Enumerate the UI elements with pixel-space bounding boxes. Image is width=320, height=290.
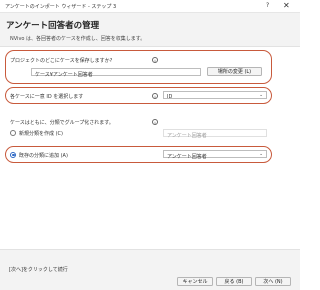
chevron-down-icon: ⌄: [259, 152, 263, 157]
info-icon[interactable]: i: [152, 93, 158, 99]
page-description: NVivo は、各回答者のケースを作成し、回答を収集します。: [10, 36, 146, 42]
grouping-label: ケースはともに、分類でグループ化されます。: [10, 120, 114, 126]
existing-classification-value: アンケート回答者: [167, 153, 207, 160]
new-classification-value: アンケート回答者: [167, 132, 207, 139]
existing-classification-radio[interactable]: [10, 151, 16, 158]
unique-id-label: 各ケースに一意 ID を選択します: [10, 94, 84, 100]
location-label: プロジェクトのどこにケースを保存しますか?: [10, 58, 113, 64]
wizard-body: プロジェクトのどこにケースを保存しますか? i ケース¥アンケート回答者 場所の…: [0, 47, 300, 249]
new-classification-select: アンケート回答者: [163, 129, 267, 139]
window-title: アンケートのインポート ウィザード - ステップ 3: [5, 4, 117, 10]
new-classification-radio[interactable]: [10, 130, 16, 136]
existing-classification-label[interactable]: 既存の分類に追加 (A): [19, 152, 68, 159]
unique-id-select[interactable]: ID ⌄: [163, 91, 267, 100]
title-bar: アンケートのインポート ウィザード - ステップ 3 ? ✕: [0, 0, 300, 13]
next-button[interactable]: 次へ (N): [255, 277, 291, 286]
change-location-button[interactable]: 場所の変更 (L): [207, 67, 262, 76]
existing-classification-select[interactable]: アンケート回答者 ⌄: [163, 150, 267, 160]
location-field: ケース¥アンケート回答者: [31, 68, 201, 78]
close-icon[interactable]: ✕: [283, 1, 290, 10]
cancel-button[interactable]: キャンセル: [177, 277, 213, 286]
info-icon[interactable]: i: [152, 119, 158, 125]
unique-id-selected: ID: [167, 93, 173, 100]
page-title: アンケート回答者の管理: [6, 21, 100, 31]
wizard-header: アンケート回答者の管理 NVivo は、各回答者のケースを作成し、回答を収集しま…: [0, 13, 300, 47]
wizard-footer: [次へ]をクリックして続行 キャンセル 戻る (B) 次へ (N): [0, 249, 300, 290]
new-classification-label[interactable]: 新規分類を作成 (C): [19, 130, 63, 137]
info-icon[interactable]: i: [152, 57, 158, 63]
back-button[interactable]: 戻る (B): [216, 277, 252, 286]
footer-hint: [次へ]をクリックして続行: [9, 267, 68, 273]
location-value: ケース¥アンケート回答者: [35, 71, 93, 78]
chevron-down-icon: ⌄: [259, 93, 263, 98]
help-icon[interactable]: ?: [266, 2, 269, 9]
